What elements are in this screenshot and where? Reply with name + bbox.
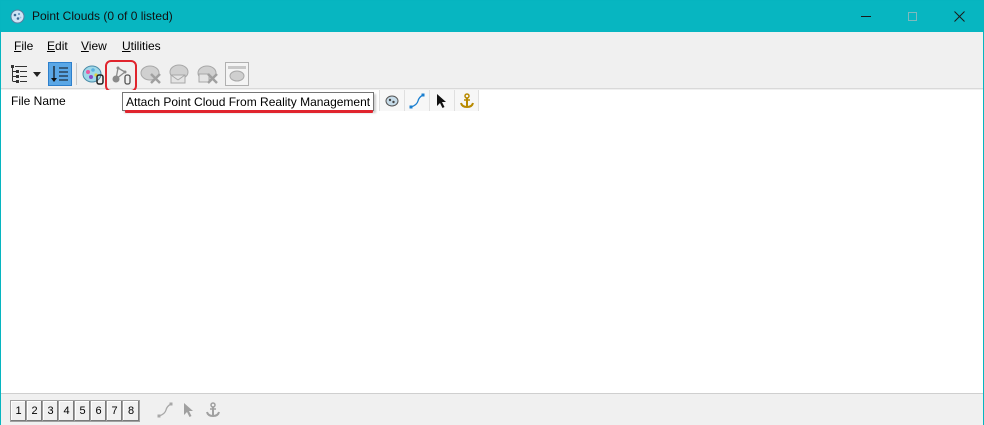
- column-header-locate[interactable]: [429, 90, 454, 111]
- point-cloud-properties-button[interactable]: [225, 62, 249, 86]
- toolbar-separator: [76, 63, 77, 85]
- view-button-1[interactable]: 1: [11, 401, 27, 421]
- view-button-5[interactable]: 5: [75, 401, 91, 421]
- column-header-anchor[interactable]: [454, 90, 479, 111]
- toolbar: [1, 59, 983, 89]
- attach-point-cloud-icon: [82, 65, 104, 85]
- snap-icon: [157, 402, 173, 418]
- menu-file[interactable]: File: [14, 39, 33, 53]
- delete-point-cloud-button[interactable]: [196, 62, 220, 86]
- view-button-6[interactable]: 6: [91, 401, 107, 421]
- delete-point-cloud-icon: [197, 65, 218, 84]
- menu-view[interactable]: View: [81, 39, 107, 53]
- window-title: Point Clouds (0 of 0 listed): [32, 9, 173, 23]
- maximize-button[interactable]: [889, 1, 935, 32]
- point-cloud-app-icon: [10, 9, 25, 24]
- menu-utilities[interactable]: Utilities: [122, 39, 161, 53]
- view-buttons: 1 2 3 4 5 6 7 8: [10, 400, 140, 422]
- locate-icon: [437, 93, 446, 108]
- status-bar: 1 2 3 4 5 6 7 8: [1, 395, 983, 425]
- tooltip: Attach Point Cloud From Reality Manageme…: [122, 92, 375, 111]
- sort-list-icon: [51, 66, 68, 82]
- view-button-8[interactable]: 8: [123, 401, 139, 421]
- menu-bar: File Edit View Utilities: [1, 32, 983, 59]
- highlight-annotation: [105, 60, 137, 92]
- attach-point-cloud-button[interactable]: [81, 62, 105, 86]
- view-button-2[interactable]: 2: [27, 401, 43, 421]
- point-cloud-list[interactable]: [1, 111, 983, 394]
- dropdown-arrow-icon: [33, 71, 41, 77]
- status-icons: [156, 401, 222, 419]
- status-snap-button[interactable]: [156, 401, 174, 419]
- column-icon-headers: [379, 90, 479, 111]
- view-button-7[interactable]: 7: [107, 401, 123, 421]
- tree-list-icon: [11, 65, 27, 83]
- tree-view-dropdown[interactable]: [31, 62, 43, 86]
- snap-icon: [409, 93, 425, 108]
- menu-edit[interactable]: Edit: [47, 39, 68, 53]
- column-header-file-name[interactable]: File Name: [11, 94, 66, 108]
- minimize-icon: [861, 16, 871, 17]
- tooltip-highlight-underline: [125, 110, 373, 113]
- locate-icon: [184, 403, 193, 417]
- column-header-display[interactable]: [379, 90, 404, 111]
- title-bar: Point Clouds (0 of 0 listed): [1, 1, 983, 32]
- status-locate-button[interactable]: [180, 401, 198, 419]
- point-clouds-window: Point Clouds (0 of 0 listed) File Edit V…: [0, 0, 984, 425]
- sort-list-button[interactable]: [48, 62, 72, 86]
- anchor-icon: [459, 92, 474, 108]
- view-button-3[interactable]: 3: [43, 401, 59, 421]
- save-point-cloud-button[interactable]: [167, 62, 191, 86]
- view-button-4[interactable]: 4: [59, 401, 75, 421]
- display-icon: [385, 95, 399, 106]
- anchor-icon: [206, 402, 220, 418]
- detach-point-cloud-button[interactable]: [139, 62, 163, 86]
- close-icon: [953, 11, 965, 22]
- save-point-cloud-icon: [169, 64, 189, 84]
- minimize-button[interactable]: [843, 1, 889, 32]
- status-anchor-button[interactable]: [204, 401, 222, 419]
- detach-point-cloud-icon: [140, 65, 161, 84]
- point-cloud-properties-icon: [228, 66, 246, 82]
- close-button[interactable]: [936, 1, 982, 32]
- tree-view-button[interactable]: [7, 62, 31, 86]
- column-header-snap[interactable]: [404, 90, 429, 111]
- maximize-icon: [907, 12, 917, 21]
